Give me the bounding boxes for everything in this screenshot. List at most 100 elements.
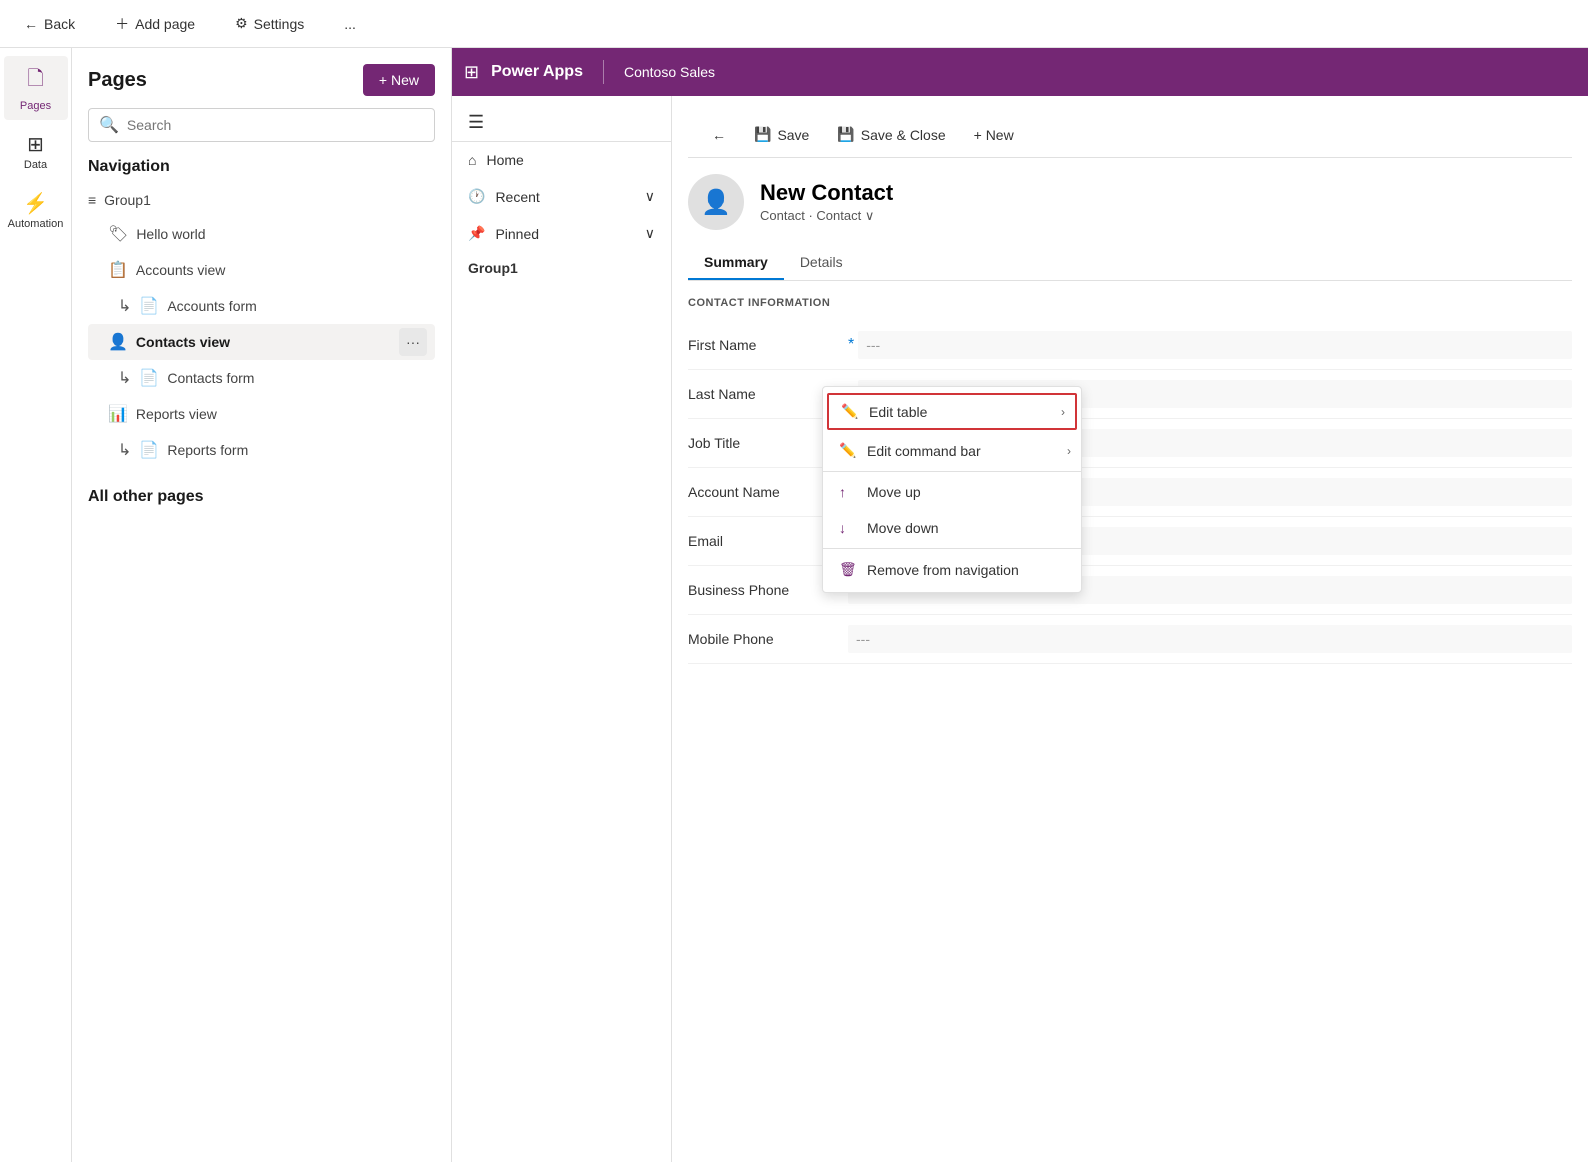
pa-app-name: Power Apps (491, 63, 583, 81)
back-button[interactable]: ← Back (16, 12, 83, 36)
pages-header: Pages + New (88, 64, 435, 96)
edit-table-label: Edit table (869, 404, 927, 420)
nav-item-reports-form-label: Reports form (167, 442, 248, 458)
back-label: Back (44, 16, 75, 32)
contact-info-section-title: CONTACT INFORMATION (688, 297, 1572, 309)
move-up-icon: ↑ (839, 484, 857, 500)
nav-item-accounts-view[interactable]: 📋 Accounts view (88, 252, 435, 288)
form-new-label: + New (974, 127, 1014, 143)
context-menu-edit-table[interactable]: ✏️ Edit table › (827, 393, 1077, 430)
context-menu-edit-command-bar[interactable]: ✏️ Edit command bar › (823, 432, 1081, 469)
contact-name: New Contact (760, 180, 893, 206)
nav-item-contacts-view[interactable]: 👤 Contacts view ··· (88, 324, 435, 360)
home-label: Home (486, 152, 523, 168)
accounts-form-doc-icon: 📄 (139, 296, 159, 316)
tab-details[interactable]: Details (784, 246, 859, 280)
mobile-phone-label: Mobile Phone (688, 631, 848, 647)
nav-group-group1[interactable]: ≡ Group1 (88, 188, 435, 212)
form-tabs: Summary Details (688, 246, 1572, 281)
move-up-label: Move up (867, 484, 921, 500)
sidebar-item-data[interactable]: ⊞ Data (4, 124, 68, 179)
mobile-phone-value[interactable]: --- (848, 625, 1572, 653)
more-button[interactable]: ... (336, 12, 364, 36)
context-menu-divider-2 (823, 548, 1081, 549)
nav-item-contacts-view-label: Contacts view (136, 334, 230, 350)
context-menu-wrapper: ✏️ Edit table › ✏️ Edit command bar › ↑ (822, 386, 1082, 593)
accounts-form-icon: ↳ (118, 296, 131, 316)
accounts-view-icon: 📋 (108, 260, 128, 280)
sidebar-automation-label: Automation (8, 218, 64, 230)
add-page-button[interactable]: ＋ Add page (107, 10, 203, 38)
context-menu-move-down[interactable]: ↓ Move down (823, 510, 1081, 546)
sidebar-pages-label: Pages (20, 100, 51, 112)
move-down-label: Move down (867, 520, 939, 536)
reports-view-icon: 📊 (108, 404, 128, 424)
app-nav-recent[interactable]: 🕐 Recent ∨ (452, 178, 671, 215)
app-nav-home[interactable]: ⌂ Home (452, 142, 671, 178)
form-save-button[interactable]: 💾 Save (746, 120, 817, 149)
app-nav-group1-label: Group1 (452, 252, 671, 284)
first-name-label: First Name (688, 337, 848, 353)
nav-item-hello-world[interactable]: 🏷 Hello world (88, 216, 435, 252)
search-input[interactable] (127, 117, 424, 133)
context-menu: ✏️ Edit table › ✏️ Edit command bar › ↑ (822, 386, 1082, 593)
field-business-phone: Business Phone --- (688, 566, 1572, 615)
context-menu-divider-1 (823, 471, 1081, 472)
field-mobile-phone: Mobile Phone --- (688, 615, 1572, 664)
add-page-label: Add page (135, 16, 195, 32)
nav-item-hello-world-label: Hello world (136, 226, 205, 242)
nav-item-accounts-view-label: Accounts view (136, 262, 225, 278)
contact-info: New Contact Contact · Contact ∨ (760, 180, 893, 224)
new-page-button[interactable]: + New (363, 64, 435, 96)
contact-chevron-icon: ∨ (865, 208, 875, 223)
form-save-close-button[interactable]: 💾 Save & Close (829, 120, 953, 149)
group-icon: ≡ (88, 192, 96, 208)
app-nav-pinned[interactable]: 📌 Pinned ∨ (452, 215, 671, 252)
edit-command-bar-label: Edit command bar (867, 443, 981, 459)
contacts-view-more-button[interactable]: ··· (399, 328, 427, 356)
nav-item-accounts-form[interactable]: ↳ 📄 Accounts form (88, 288, 435, 324)
new-page-label: + New (379, 72, 419, 88)
main-layout: 🗋 Pages ⊞ Data ⚡ Automation Pages + New … (0, 48, 1588, 1162)
pinned-icon: 📌 (468, 225, 485, 242)
app-left-nav: ☰ ⌂ Home 🕐 Recent ∨ 📌 Pinned (452, 96, 672, 1162)
nav-item-reports-view-label: Reports view (136, 406, 217, 422)
hamburger-button[interactable]: ☰ (452, 104, 671, 142)
back-icon: ← (24, 16, 38, 32)
contact-header: 👤 New Contact Contact · Contact ∨ (688, 174, 1572, 230)
context-menu-remove[interactable]: 🗑 Remove from navigation (823, 551, 1081, 588)
field-job-title: Job Title --- (688, 419, 1572, 468)
first-name-required: * (848, 336, 854, 354)
recent-chevron-icon: ∨ (645, 188, 655, 205)
pa-app-subtitle: Contoso Sales (624, 64, 715, 80)
pa-topbar: ⊞ Power Apps Contoso Sales (452, 48, 1588, 96)
search-box: 🔍 (88, 108, 435, 142)
tab-summary[interactable]: Summary (688, 246, 784, 280)
nav-item-contacts-form-label: Contacts form (167, 370, 254, 386)
form-back-icon: ← (712, 127, 726, 143)
pages-panel: Pages + New 🔍 Navigation ≡ Group1 🏷 Hell… (72, 48, 452, 1162)
contact-subtitle: Contact · Contact ∨ (760, 208, 893, 224)
group-label: Group1 (104, 192, 151, 208)
pinned-chevron-icon: ∨ (645, 225, 655, 242)
sidebar-item-automation[interactable]: ⚡ Automation (4, 183, 68, 238)
more-label: ... (344, 16, 356, 32)
recent-icon: 🕐 (468, 188, 485, 205)
form-new-button[interactable]: + New (966, 121, 1022, 149)
settings-button[interactable]: ⚙ Settings (227, 11, 312, 36)
form-back-button[interactable]: ← (704, 121, 734, 149)
nav-item-contacts-form[interactable]: ↳ 📄 Contacts form (88, 360, 435, 396)
contacts-form-doc-icon: 📄 (139, 368, 159, 388)
first-name-value[interactable]: --- (858, 331, 1572, 359)
context-menu-move-up[interactable]: ↑ Move up (823, 474, 1081, 510)
nav-item-reports-form[interactable]: ↳ 📄 Reports form (88, 432, 435, 468)
pages-title: Pages (88, 69, 147, 92)
remove-icon: 🗑 (839, 561, 857, 578)
sidebar-data-label: Data (24, 159, 47, 171)
icon-sidebar: 🗋 Pages ⊞ Data ⚡ Automation (0, 48, 72, 1162)
save-close-label: Save & Close (861, 127, 946, 143)
top-bar: ← Back ＋ Add page ⚙ Settings ... (0, 0, 1588, 48)
nav-item-reports-view[interactable]: 📊 Reports view (88, 396, 435, 432)
form-toolbar: ← 💾 Save 💾 Save & Close + New (688, 112, 1572, 158)
sidebar-item-pages[interactable]: 🗋 Pages (4, 56, 68, 120)
